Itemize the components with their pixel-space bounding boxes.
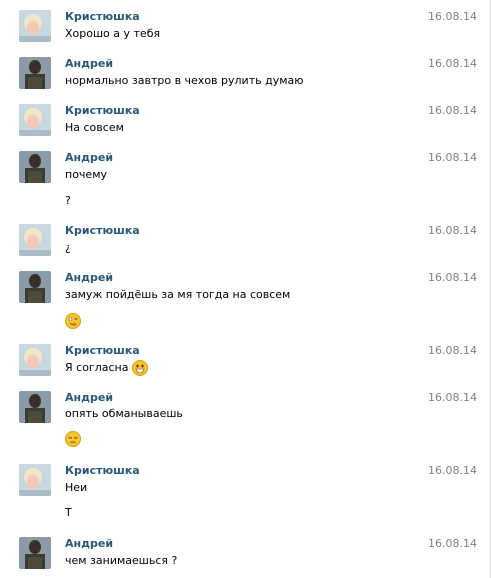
avatar-kristyushka[interactable]: [19, 344, 51, 376]
message-text: На совсем: [65, 121, 124, 134]
avatar-andrey[interactable]: [19, 57, 51, 89]
author-name[interactable]: Андрей: [65, 537, 113, 551]
message-text: Неи: [65, 481, 88, 494]
avatar-kristyushka[interactable]: [19, 104, 51, 136]
message-date[interactable]: 16.08.14: [428, 391, 477, 405]
message-date[interactable]: 16.08.14: [428, 104, 477, 118]
message-text: Т: [65, 506, 72, 519]
author-name[interactable]: Кристюшка: [65, 224, 140, 238]
message-text: опять обманываешь: [65, 407, 183, 420]
grinning-emoji-icon: [131, 360, 148, 376]
message-text: Хорошо а у тебя: [65, 27, 161, 40]
author-name[interactable]: Кристюшка: [65, 464, 140, 478]
avatar-kristyushka[interactable]: [19, 464, 51, 496]
avatar-andrey[interactable]: [19, 537, 51, 569]
author-name[interactable]: Андрей: [65, 57, 113, 71]
message-text: почему: [65, 168, 107, 181]
avatar-andrey[interactable]: [19, 391, 51, 423]
message-history: Кристюшка 16.08.14 Хорошо а у тебя Андре…: [0, 0, 491, 578]
author-name[interactable]: Андрей: [65, 271, 113, 285]
author-name[interactable]: Кристюшка: [65, 344, 140, 358]
pensive-emoji-icon: [65, 431, 81, 447]
message-text: ¿: [65, 241, 71, 254]
author-name[interactable]: Кристюшка: [65, 104, 140, 118]
message-text: замуж пойдёшь за мя тогда на совсем: [65, 288, 291, 301]
avatar-kristyushka[interactable]: [19, 224, 51, 256]
message-text: чем занимаешься ?: [65, 554, 178, 567]
message-date[interactable]: 16.08.14: [428, 537, 477, 551]
avatar-kristyushka[interactable]: [19, 10, 51, 42]
message-text: Я согласна: [65, 361, 129, 374]
winking-tongue-emoji-icon: [65, 313, 81, 329]
author-name[interactable]: Андрей: [65, 391, 113, 405]
message-date[interactable]: 16.08.14: [428, 464, 477, 478]
message-date[interactable]: 16.08.14: [428, 344, 477, 358]
message-date[interactable]: 16.08.14: [428, 57, 477, 71]
author-name[interactable]: Кристюшка: [65, 10, 140, 24]
message-text: ?: [65, 194, 71, 207]
avatar-andrey[interactable]: [19, 151, 51, 183]
author-name[interactable]: Андрей: [65, 151, 113, 165]
message-date[interactable]: 16.08.14: [428, 10, 477, 24]
message-date[interactable]: 16.08.14: [428, 224, 477, 238]
avatar-andrey[interactable]: [19, 271, 51, 303]
message-date[interactable]: 16.08.14: [428, 151, 477, 165]
message-text: нормально завтро в чехов рулить думаю: [65, 74, 304, 87]
message-date[interactable]: 16.08.14: [428, 271, 477, 285]
